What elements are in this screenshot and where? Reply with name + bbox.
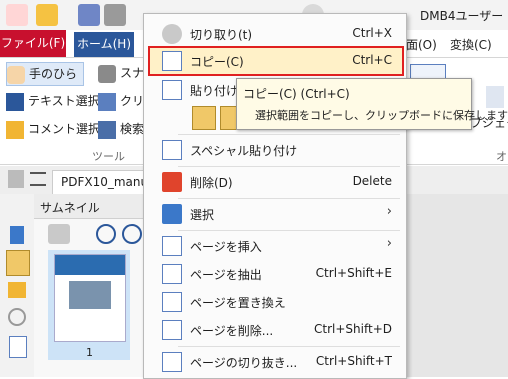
menu-item-label: ページの切り抜き... [190, 356, 298, 370]
chevron-right-icon: › [386, 236, 392, 251]
search-icon [98, 120, 116, 139]
paste-option-icon[interactable] [192, 106, 216, 130]
side-panel-bar [0, 194, 35, 377]
menu-item-label: ページを削除... [190, 324, 274, 338]
thumbnail-title: サムネイル [40, 201, 100, 215]
document-icon[interactable] [9, 336, 27, 358]
menu-item-paste-special[interactable]: スペシャル貼り付け [144, 136, 406, 163]
search-label: 検索 [120, 122, 145, 136]
attachments-icon[interactable] [8, 308, 26, 326]
menu-item-insert-page[interactable]: ページを挿入 › [144, 232, 406, 259]
tooltip-description: 選択範囲をコピーし、クリップボードに保存します [255, 109, 508, 122]
zoom-in-icon[interactable] [96, 224, 116, 244]
menu-item-delete-page[interactable]: ページを削除... Ctrl+Shift+D [144, 316, 406, 343]
menu-item-shortcut: Ctrl+C [352, 53, 392, 67]
hand-tool-button[interactable]: 手のひら [6, 62, 85, 86]
menu-item-shortcut: Ctrl+Shift+D [314, 322, 392, 336]
print-icon[interactable] [104, 4, 126, 26]
save-icon[interactable] [78, 4, 100, 26]
snapshot-button[interactable]: スナ [98, 62, 144, 84]
clip-button[interactable]: クリ [98, 90, 144, 112]
clip-label: クリ [120, 94, 145, 108]
menu-item-label: コピー(C) [190, 55, 244, 69]
thumbnail-image [69, 281, 111, 309]
comments-icon[interactable] [8, 282, 26, 298]
hand-icon [7, 65, 25, 84]
trash-icon [162, 172, 182, 192]
hand-label: 手のひら [29, 67, 78, 81]
menu-item-shortcut: Ctrl+Shift+T [315, 354, 392, 368]
snapshot-label: スナ [120, 66, 145, 80]
menu-item-shortcut: Ctrl+X [352, 26, 392, 40]
window-title: DMB4ユーザー [420, 9, 504, 23]
thumbnail-header: サムネイル [34, 194, 146, 219]
search-button[interactable]: 検索 [98, 118, 144, 140]
chevron-right-icon: › [386, 204, 392, 219]
copy-icon [162, 51, 182, 71]
app-icon [6, 4, 28, 26]
comment-select-label: コメント選択 [28, 122, 101, 136]
text-select-label: テキスト選択 [28, 94, 100, 108]
menu-item-crop-page[interactable]: ページの切り抜き... Ctrl+Shift+T [144, 348, 406, 375]
menu-item-label: 切り取り(t) [190, 28, 253, 42]
replace-page-icon [162, 292, 182, 312]
select-icon [162, 204, 182, 224]
menu-item-label: ページを挿入 [190, 240, 262, 254]
tab-file[interactable]: ファイル(F) [0, 30, 66, 57]
menu-item-copy[interactable]: コピー(C) Ctrl+C [148, 46, 404, 76]
tab-convert[interactable]: 変換(C) [444, 34, 498, 56]
menu-item-shortcut: Delete [352, 174, 392, 188]
group-label-right: オ [496, 150, 507, 163]
page-thumbnail[interactable] [54, 254, 126, 342]
thumbnails-icon[interactable] [6, 250, 30, 276]
paste-special-icon [162, 140, 182, 160]
camera-icon [98, 64, 116, 83]
tab-scroll-icon[interactable] [8, 170, 24, 188]
menu-item-label: 選択 [190, 208, 215, 222]
menu-item-select[interactable]: 選択 › [144, 200, 406, 227]
group-label-tools: ツール [92, 150, 125, 163]
extract-page-icon [162, 264, 182, 284]
menu-item-extract-page[interactable]: ページを抽出 Ctrl+Shift+E [144, 260, 406, 287]
text-select-icon [6, 92, 24, 111]
menu-separator [178, 346, 400, 347]
tab-home[interactable]: ホーム(H) [74, 32, 134, 57]
menu-item-cut[interactable]: 切り取り(t) Ctrl+X [144, 20, 406, 47]
comment-select-button[interactable]: コメント選択 [6, 118, 100, 140]
scissors-icon [162, 24, 182, 44]
comment-select-icon [6, 120, 24, 139]
menu-separator [178, 230, 400, 231]
document-tab[interactable]: PDFX10_manual [52, 170, 159, 195]
text-box-icon[interactable] [486, 86, 504, 108]
menu-item-replace-page[interactable]: ページを置き換え [144, 288, 406, 315]
thumbnail-header-band [55, 255, 125, 275]
thumbnail-toolbar [34, 218, 146, 250]
menu-icon[interactable] [30, 172, 46, 186]
menu-item-label: 貼り付け( [190, 84, 243, 98]
menu-separator [178, 198, 400, 199]
menu-separator [178, 166, 400, 167]
gear-icon[interactable] [48, 224, 70, 244]
menu-item-label: ページを抽出 [190, 268, 262, 282]
bookmark-icon[interactable] [10, 226, 24, 244]
thumbnail-panel: サムネイル 1 [34, 194, 146, 377]
tooltip-title: コピー(C) (Ctrl+C) [243, 87, 350, 101]
tooltip: コピー(C) (Ctrl+C) 選択範囲をコピーし、クリップボードに保存します [236, 78, 508, 130]
menu-separator [178, 134, 400, 135]
insert-page-icon [162, 236, 182, 256]
paste-icon [162, 80, 182, 100]
menu-item-label: ページを置き換え [190, 296, 286, 310]
crop-page-icon [162, 352, 182, 372]
menu-item-label: スペシャル貼り付け [190, 144, 298, 158]
text-select-button[interactable]: テキスト選択 [6, 90, 100, 112]
delete-page-icon [162, 320, 182, 340]
page-number: 1 [86, 346, 93, 359]
zoom-out-icon[interactable] [122, 224, 142, 244]
context-menu: 切り取り(t) Ctrl+X コピー(C) Ctrl+C 貼り付け( スペシャル… [143, 13, 407, 379]
menu-item-shortcut: Ctrl+Shift+E [315, 266, 392, 280]
menu-item-delete[interactable]: 削除(D) Delete [144, 168, 406, 195]
open-folder-icon[interactable] [36, 4, 58, 26]
clip-icon [98, 92, 116, 111]
menu-item-label: 削除(D) [190, 176, 233, 190]
